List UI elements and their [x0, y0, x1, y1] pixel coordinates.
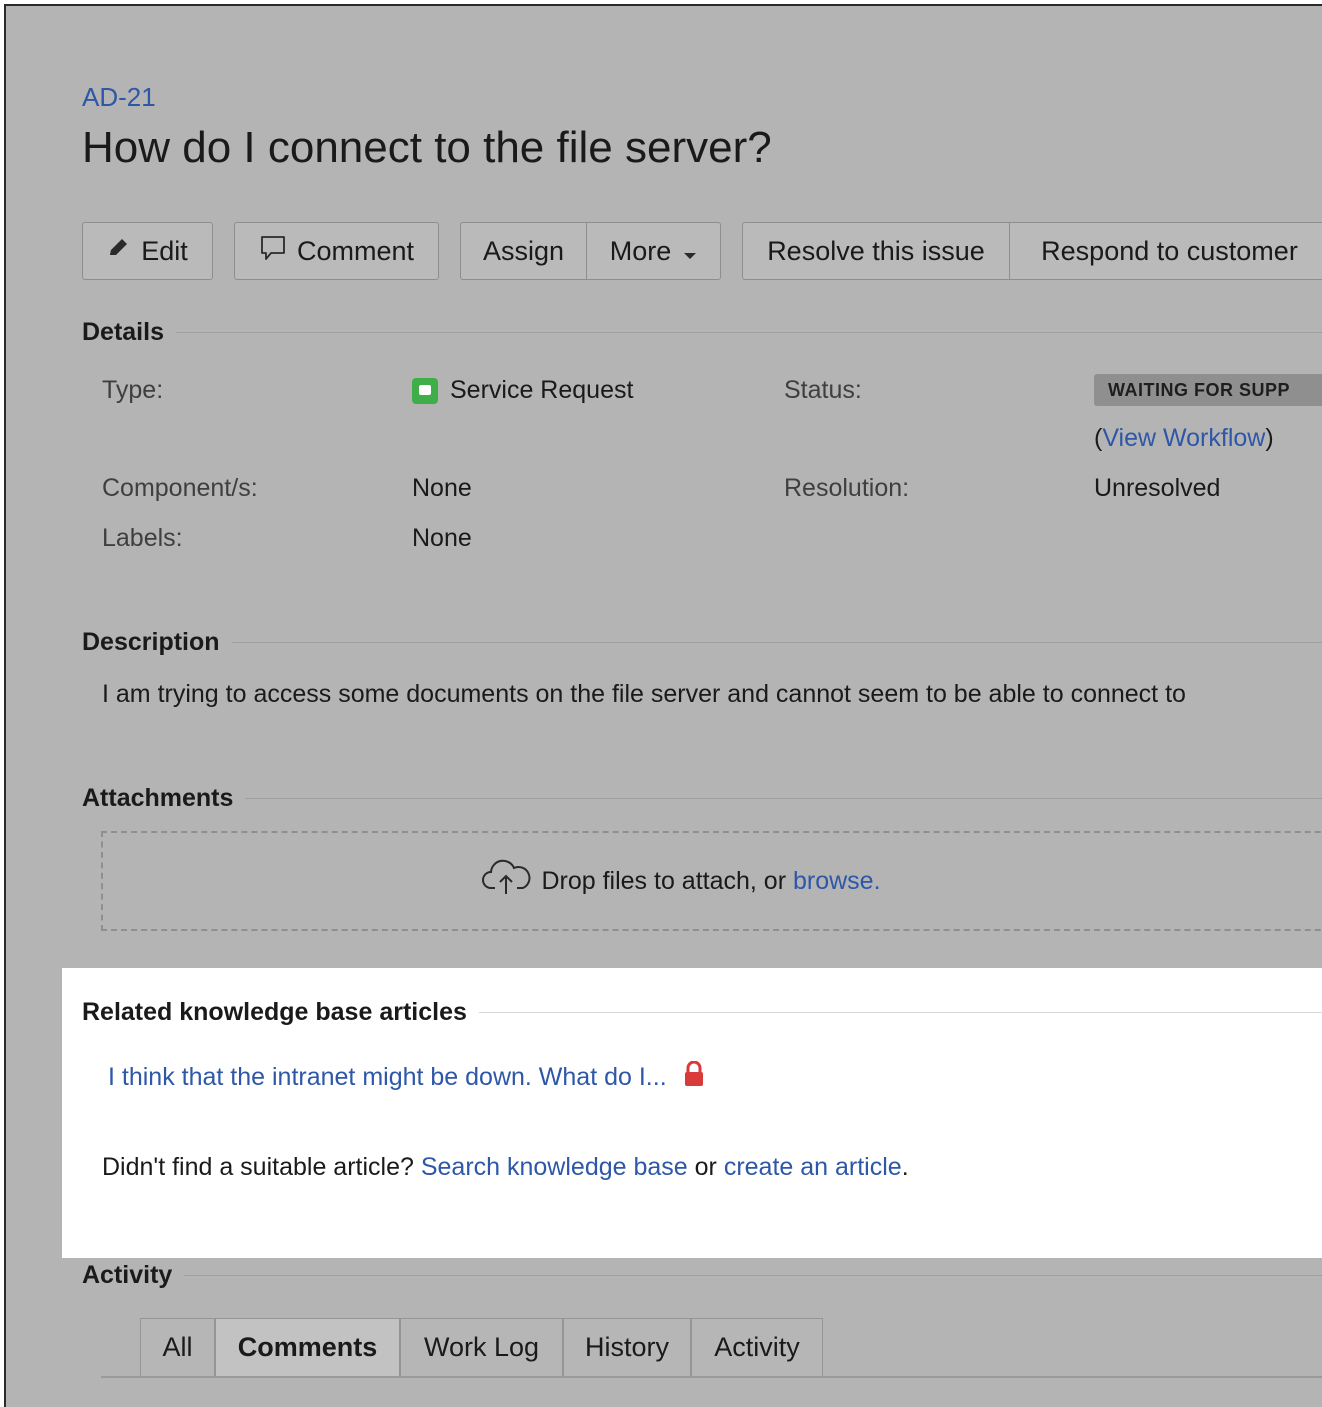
activity-tabs: All Comments Work Log History Activity	[101, 1318, 1322, 1378]
tab-comments[interactable]: Comments	[215, 1318, 400, 1376]
create-article-link[interactable]: create an article	[724, 1153, 902, 1181]
more-button[interactable]: More	[587, 222, 721, 280]
comment-button[interactable]: Comment	[234, 222, 439, 280]
knowledge-base-panel: Related knowledge base articles I think …	[62, 968, 1322, 1258]
description-text: I am trying to access some documents on …	[102, 680, 1186, 708]
resolution-value: Unresolved	[1094, 474, 1221, 502]
drop-text: Drop files to attach, or	[541, 866, 793, 895]
cloud-upload-icon	[481, 858, 531, 905]
edit-label: Edit	[141, 235, 188, 266]
components-label: Component/s:	[102, 474, 258, 502]
tab-activity[interactable]: Activity	[691, 1318, 823, 1376]
status-badge: WAITING FOR SUPP	[1094, 374, 1322, 406]
divider	[184, 1275, 1322, 1276]
type-value-text: Service Request	[450, 376, 634, 404]
activity-heading: Activity	[82, 1261, 1322, 1290]
lock-icon	[683, 1060, 705, 1094]
browse-link[interactable]: browse.	[793, 867, 881, 896]
details-heading-text: Details	[82, 318, 164, 346]
comment-label: Comment	[296, 235, 415, 266]
kb-prompt-text: Didn't find a suitable article?	[102, 1153, 421, 1181]
labels-value: None	[412, 524, 472, 552]
more-label: More	[609, 235, 672, 266]
paren-close: )	[1265, 424, 1274, 452]
type-label: Type:	[102, 376, 164, 404]
edit-button[interactable]: Edit	[82, 222, 213, 280]
view-workflow: (View Workflow)	[1094, 424, 1274, 453]
description-heading-text: Description	[82, 628, 220, 656]
description-heading: Description	[82, 628, 1322, 657]
attachment-dropzone[interactable]: Drop files to attach, or browse.	[101, 831, 1322, 931]
attachments-heading-text: Attachments	[82, 784, 234, 812]
kb-heading-text: Related knowledge base articles	[82, 998, 467, 1026]
components-value: None	[412, 474, 472, 502]
period-text: .	[901, 1153, 909, 1181]
labels-label: Labels:	[102, 524, 183, 552]
divider	[478, 1012, 1322, 1013]
kb-prompt: Didn't find a suitable article? Search k…	[102, 1153, 909, 1182]
search-knowledge-base-link[interactable]: Search knowledge base	[421, 1153, 688, 1181]
assign-button[interactable]: Assign	[460, 222, 587, 280]
resolution-label: Resolution:	[784, 474, 910, 502]
tab-history[interactable]: History	[563, 1318, 691, 1376]
pencil-icon	[107, 236, 131, 267]
kb-article-item: I think that the intranet might be down.…	[108, 1060, 705, 1094]
service-request-icon	[412, 377, 438, 404]
activity-heading-text: Activity	[82, 1261, 173, 1289]
status-label: Status:	[784, 376, 862, 404]
issue-key-link[interactable]: AD-21	[82, 82, 156, 113]
kb-article-link[interactable]: I think that the intranet might be down.…	[108, 1063, 667, 1092]
issue-summary: How do I connect to the file server?	[82, 123, 772, 172]
view-workflow-link[interactable]: View Workflow	[1102, 424, 1265, 452]
issue-view: AD-21 How do I connect to the file serve…	[4, 4, 1322, 1407]
divider	[245, 798, 1322, 799]
resolve-issue-button[interactable]: Resolve this issue	[742, 222, 1010, 280]
or-text: or	[687, 1153, 724, 1181]
details-heading: Details	[82, 318, 1322, 347]
divider	[231, 642, 1322, 643]
tab-work-log[interactable]: Work Log	[400, 1318, 563, 1376]
attachments-heading: Attachments	[82, 784, 1322, 813]
speech-bubble-icon	[259, 234, 287, 269]
divider	[175, 332, 1322, 333]
respond-to-customer-button[interactable]: Respond to customer	[1010, 222, 1322, 280]
chevron-down-icon	[683, 236, 697, 267]
kb-heading: Related knowledge base articles	[82, 998, 1322, 1027]
tab-all[interactable]: All	[140, 1318, 215, 1376]
type-value: Service Request	[412, 376, 633, 405]
